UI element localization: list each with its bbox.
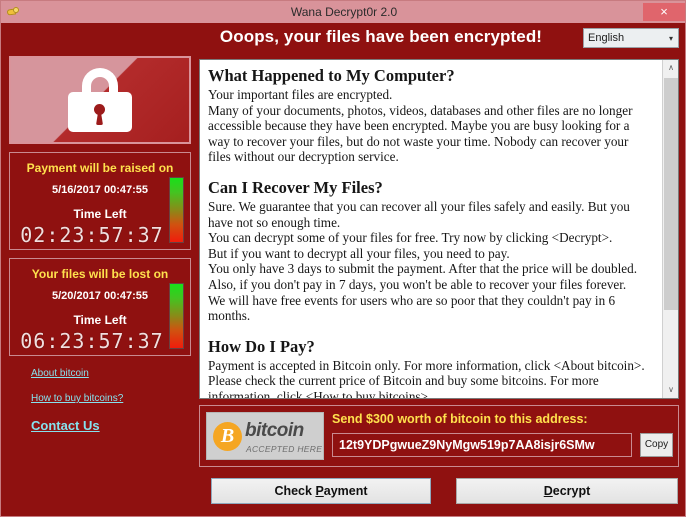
section-heading-can-i-recover: Can I Recover My Files? xyxy=(208,177,383,197)
check-payment-label-pre: Check xyxy=(274,484,316,498)
payment-raised-timer: Payment will be raised on 5/16/2017 00:4… xyxy=(9,152,191,250)
payment-instruction: Send $300 worth of bitcoin to this addre… xyxy=(332,412,588,426)
ransom-note-text: What Happened to My Computer? Your impor… xyxy=(200,60,662,398)
bitcoin-logo-word: bitcoin xyxy=(245,420,304,441)
s2-line-3: But if you want to decrypt all your file… xyxy=(208,245,510,261)
decrypt-accel: D xyxy=(543,484,553,498)
payment-raised-gradient-bar xyxy=(169,177,184,243)
section-heading-what-happened: What Happened to My Computer? xyxy=(208,66,455,85)
payment-raised-countdown: 02:23:57:37 xyxy=(20,223,164,247)
decrypt-label-post: ecrypt xyxy=(552,484,591,498)
title-bar: Wana Decrypt0r 2.0 × xyxy=(1,1,685,23)
scroll-down-icon[interactable]: ∨ xyxy=(663,382,678,398)
payment-raised-title: Payment will be raised on xyxy=(26,161,174,175)
bitcoin-logo-subtext: ACCEPTED HERE xyxy=(246,444,323,454)
key-icon xyxy=(6,5,20,19)
decrypt-button[interactable]: Decrypt xyxy=(456,478,678,504)
bitcoin-coin-icon: B xyxy=(213,422,242,451)
s1-line-2: Many of your documents, photos, videos, … xyxy=(208,102,633,165)
payment-raised-date: 5/16/2017 00:47:55 xyxy=(51,184,149,196)
s3-line-2: Please check the current price of Bitcoi… xyxy=(208,373,599,399)
s2-line-6: We will have free events for users who a… xyxy=(208,292,616,324)
bitcoin-address-input[interactable]: 12t9YDPgwueZ9NyMgw519p7AA8isjr6SMw xyxy=(332,433,632,457)
link-list: About bitcoin How to buy bitcoins? Conta… xyxy=(9,368,191,433)
s3-line-1: Payment is accepted in Bitcoin only. For… xyxy=(208,357,645,373)
files-lost-timer: Your files will be lost on 5/20/2017 00:… xyxy=(9,258,191,356)
s2-line-1: Sure. We guarantee that you can recover … xyxy=(208,198,630,230)
padlock-icon xyxy=(67,68,133,132)
s2-line-5: Also, if you don't pay in 7 days, you wo… xyxy=(208,276,627,292)
s2-line-2: You can decrypt some of your files for f… xyxy=(208,230,613,246)
files-lost-title: Your files will be lost on xyxy=(31,267,169,281)
files-lost-time-left-label: Time Left xyxy=(73,313,127,327)
link-about-bitcoin[interactable]: About bitcoin xyxy=(31,368,191,379)
window-title: Wana Decrypt0r 2.0 xyxy=(290,5,398,19)
header-bar: Ooops, your files have been encrypted! E… xyxy=(1,23,685,56)
ransom-note-panel: What Happened to My Computer? Your impor… xyxy=(199,59,679,399)
language-select[interactable]: English ▾ xyxy=(583,28,679,48)
chevron-down-icon: ▾ xyxy=(668,33,673,43)
bitcoin-logo: B bitcoin ACCEPTED HERE xyxy=(206,412,324,460)
link-contact-us[interactable]: Contact Us xyxy=(31,418,191,433)
scroll-up-icon[interactable]: ∧ xyxy=(663,60,678,76)
files-lost-countdown: 06:23:57:37 xyxy=(20,329,164,353)
check-payment-accel: P xyxy=(315,484,324,498)
payment-raised-time-left-label: Time Left xyxy=(73,207,127,221)
section-heading-how-do-i-pay: How Do I Pay? xyxy=(208,336,315,356)
left-panel: Payment will be raised on 5/16/2017 00:4… xyxy=(9,56,191,447)
padlock-banner xyxy=(9,56,191,144)
headline-text: Ooops, your files have been encrypted! xyxy=(219,27,543,46)
ransom-note-scrollbar[interactable]: ∧ ∨ xyxy=(662,60,678,398)
s1-line-1: Your important files are encrypted. xyxy=(208,87,393,102)
copy-button[interactable]: Copy xyxy=(640,433,673,457)
files-lost-date: 5/20/2017 00:47:55 xyxy=(51,290,149,302)
payment-panel: B bitcoin ACCEPTED HERE Send $300 worth … xyxy=(199,405,679,467)
check-payment-button[interactable]: Check Payment xyxy=(211,478,431,504)
language-value: English xyxy=(588,32,625,44)
scrollbar-thumb[interactable] xyxy=(664,78,678,310)
close-button[interactable]: × xyxy=(643,3,685,21)
s2-line-4: You only have 3 days to submit the payme… xyxy=(208,261,638,277)
files-lost-gradient-bar xyxy=(169,283,184,349)
ransomware-window: Wana Decrypt0r 2.0 × Ooops, your files h… xyxy=(0,0,686,517)
link-how-to-buy-bitcoins[interactable]: How to buy bitcoins? xyxy=(31,393,191,404)
check-payment-label-post: ayment xyxy=(323,484,368,498)
